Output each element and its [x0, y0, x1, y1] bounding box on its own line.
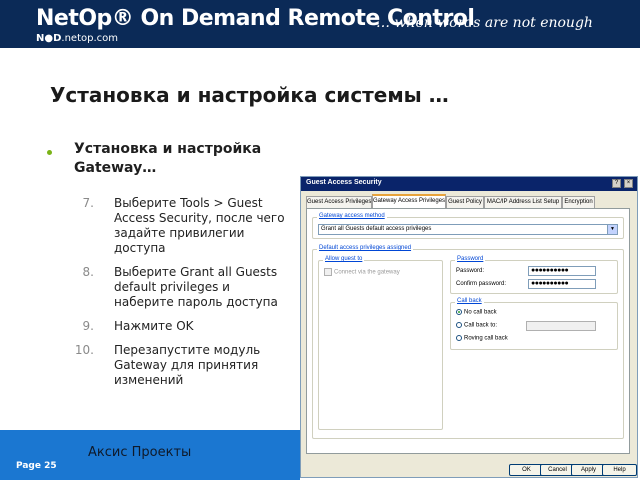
tagline: … when words are not enough [376, 15, 593, 31]
step-text: Перезапустите модуль Gateway для приняти… [114, 343, 261, 387]
apply-button[interactable]: Apply [571, 464, 606, 476]
help-icon[interactable]: ? [612, 179, 621, 188]
allow-guest-group: Allow guest to Connect via the gateway [318, 256, 443, 430]
access-method-label: Gateway access method [317, 213, 387, 219]
radio-icon [456, 322, 462, 328]
ok-button[interactable]: OK [509, 464, 544, 476]
list-item: 8. Выберите Grant all Guests default priv… [62, 265, 292, 310]
dialog-title: Guest Access Security [306, 179, 382, 186]
chevron-down-icon[interactable]: ▼ [607, 225, 617, 234]
password-field[interactable]: ●●●●●●●●●● [528, 266, 596, 276]
step-number: 7. [82, 196, 94, 210]
access-method-group: Gateway access method Grant all Guests d… [312, 213, 624, 239]
step-number: 8. [82, 265, 94, 279]
default-privileges-group: Default access privileges assigned Allow… [312, 245, 624, 439]
header-banner: NetOp® On Demand Remote Control … when w… [0, 0, 640, 48]
tab-gateway-access-privileges[interactable]: Gateway Access Privileges [372, 194, 446, 208]
allow-guest-label: Allow guest to [323, 256, 365, 262]
step-text: Выберите Tools > Guest Access Security, … [114, 196, 285, 255]
connect-via-gateway-label: Connect via the gateway [334, 269, 400, 276]
radio-icon [456, 335, 462, 341]
callback-group: Call back No call back Call back to: Rov… [450, 298, 618, 350]
password-group-label: Password [455, 256, 486, 262]
call-back-number-field[interactable] [526, 321, 596, 331]
page-title: Установка и настройка системы … [50, 83, 449, 107]
confirm-password-label: Confirm password: [456, 281, 507, 287]
page-number: Page 25 [16, 461, 57, 471]
step-text: Нажмите OK [114, 319, 194, 333]
list-item: 7. Выберите Tools > Guest Access Security… [62, 196, 292, 256]
password-label: Password: [456, 268, 485, 274]
tab-encryption[interactable]: Encryption [562, 196, 595, 208]
default-privileges-label: Default access privileges assigned [317, 245, 414, 251]
guest-access-security-dialog: Guest Access Security ? × Guest Access P… [300, 176, 638, 478]
tab-panel: Gateway access method Grant all Guests d… [306, 208, 630, 454]
confirm-password-field[interactable]: ●●●●●●●●●● [528, 279, 596, 289]
tab-mac-ip-address-list[interactable]: MAC/IP Address List Setup [484, 196, 562, 208]
access-method-value: Grant all Guests default access privileg… [321, 226, 432, 232]
access-method-select[interactable]: Grant all Guests default access privileg… [318, 224, 618, 235]
no-call-back-radio[interactable]: No call back [456, 309, 497, 316]
footer-company: Аксис Проекты [88, 445, 192, 460]
step-text: Выберите Grant all Guests default privil… [114, 265, 278, 309]
bullet-dot-icon [47, 150, 52, 155]
list-item: 9. Нажмите OK [62, 319, 292, 334]
connect-via-gateway-checkbox[interactable]: Connect via the gateway [324, 268, 400, 276]
call-back-to-label: Call back to: [464, 322, 498, 329]
bullet-heading: Установка и настройка Gateway… [74, 141, 262, 176]
checkbox-icon [324, 268, 332, 276]
callback-group-label: Call back [455, 298, 484, 304]
tab-guest-access-privileges[interactable]: Guest Access Privileges [306, 196, 372, 208]
list-item: 10. Перезапустите модуль Gateway для прин… [62, 343, 292, 388]
help-button[interactable]: Help [602, 464, 637, 476]
call-back-to-radio[interactable]: Call back to: [456, 322, 497, 329]
close-icon[interactable]: × [624, 179, 633, 188]
roving-call-back-label: Roving call back [464, 335, 508, 342]
password-group: Password Password: ●●●●●●●●●● Confirm pa… [450, 256, 618, 294]
no-call-back-label: No call back [464, 309, 497, 316]
tab-guest-policy[interactable]: Guest Policy [446, 196, 484, 208]
sublogo: N●D.netop.com [36, 33, 118, 44]
sublogo-domain: .netop.com [61, 33, 118, 44]
dialog-titlebar[interactable]: Guest Access Security ? × [301, 177, 637, 191]
radio-selected-icon [456, 309, 462, 315]
sublogo-mark: N●D [36, 33, 62, 44]
roving-call-back-radio[interactable]: Roving call back [456, 335, 508, 342]
cancel-button[interactable]: Cancel [540, 464, 575, 476]
step-number: 9. [82, 319, 94, 333]
steps-list: 7. Выберите Tools > Guest Access Security… [62, 196, 292, 397]
step-number: 10. [74, 343, 94, 357]
